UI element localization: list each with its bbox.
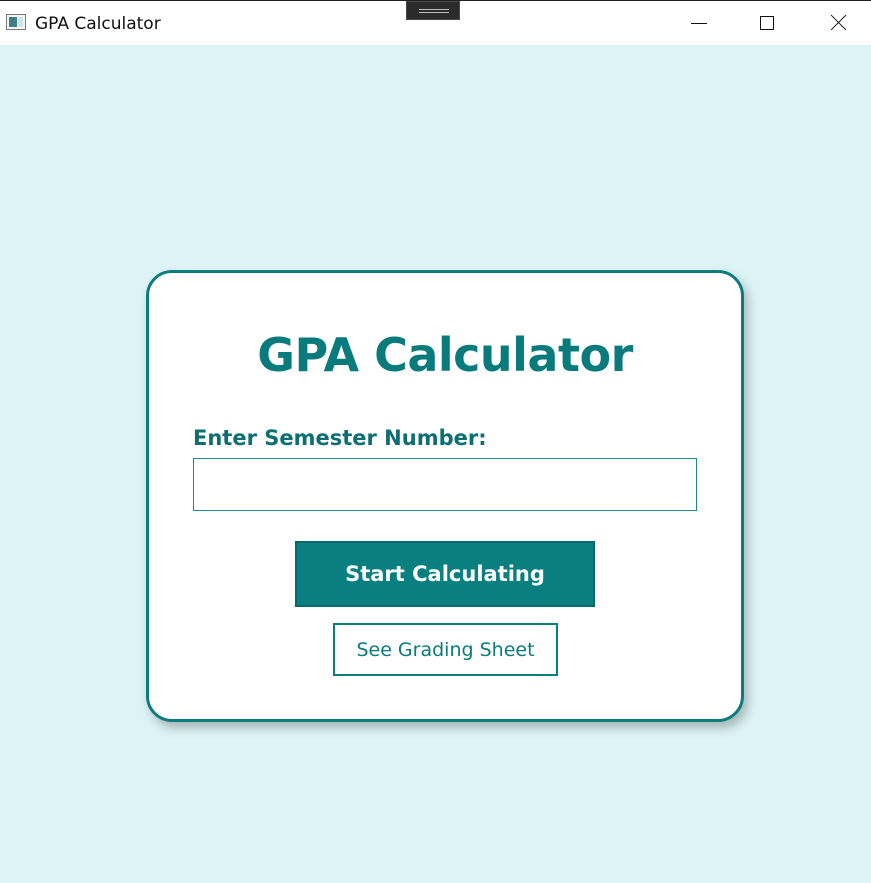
close-button[interactable] — [803, 1, 871, 45]
calculator-card: GPA Calculator Enter Semester Number: St… — [146, 270, 744, 722]
minimize-icon — [691, 23, 707, 24]
start-calculating-button[interactable]: Start Calculating — [295, 541, 595, 607]
minimize-button[interactable] — [665, 1, 733, 45]
maximize-icon — [760, 16, 774, 30]
see-grading-sheet-button[interactable]: See Grading Sheet — [333, 623, 558, 676]
close-icon — [830, 15, 846, 31]
semester-number-input[interactable] — [193, 458, 697, 511]
app-window: GPA Calculator GPA Calculator Enter Seme… — [0, 0, 871, 883]
window-content: GPA Calculator Enter Semester Number: St… — [0, 45, 871, 883]
window-title: GPA Calculator — [35, 14, 161, 34]
title-bar[interactable]: GPA Calculator — [0, 1, 871, 45]
page-title: GPA Calculator — [257, 328, 633, 382]
maximize-button[interactable] — [733, 1, 801, 45]
semester-number-label: Enter Semester Number: — [193, 426, 487, 450]
drag-handle[interactable] — [406, 1, 460, 20]
app-window-icon — [6, 14, 26, 30]
